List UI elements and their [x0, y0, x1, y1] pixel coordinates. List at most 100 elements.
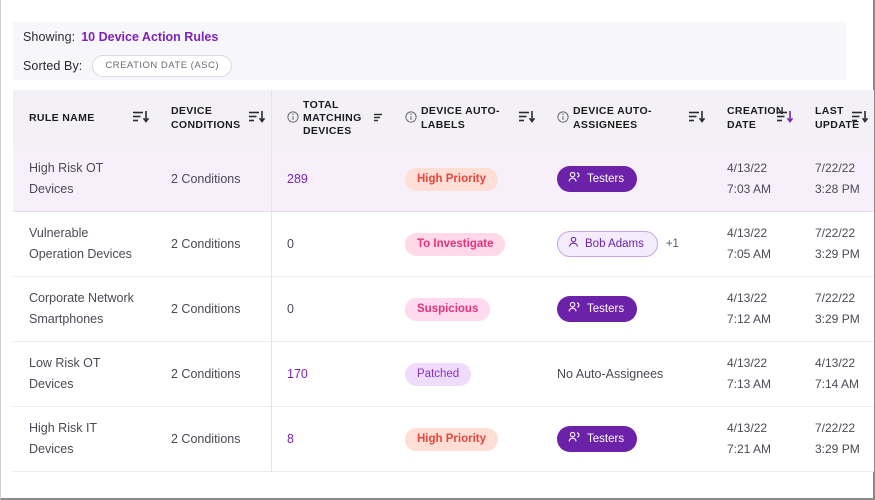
- time-value: 7:21 AM: [727, 442, 772, 456]
- info-icon[interactable]: [287, 110, 299, 128]
- group-icon: [568, 431, 581, 446]
- cell-device-auto-assignees: Testers: [541, 407, 711, 471]
- label-badge[interactable]: To Investigate: [405, 232, 506, 256]
- cell-creation-date: 4/13/22 7:05 AM: [711, 212, 799, 276]
- date-value: 7/22/22: [815, 291, 856, 305]
- cell-device-conditions: 2 Conditions: [171, 236, 241, 251]
- cell-total-matching-devices[interactable]: 170: [271, 342, 389, 406]
- assignee-overflow-count[interactable]: +1: [666, 238, 679, 250]
- table-row[interactable]: High Risk OT Devices 2 Conditions 289 Hi…: [13, 147, 874, 212]
- label-badge[interactable]: High Priority: [405, 427, 499, 451]
- time-value: 3:29 PM: [815, 247, 860, 261]
- assignee-name: Bob Adams: [585, 237, 644, 250]
- cell-rule-name[interactable]: High Risk IT Devices: [13, 407, 155, 471]
- sort-icon[interactable]: [373, 110, 383, 128]
- info-icon[interactable]: [405, 110, 417, 128]
- assignee-group-badge[interactable]: Testers: [557, 166, 638, 192]
- sort-icon[interactable]: [248, 110, 266, 128]
- column-header-device-auto-assignees[interactable]: DEVICE AUTO-ASSIGNEES: [541, 90, 711, 147]
- group-icon: [568, 171, 581, 186]
- column-header-device-auto-labels[interactable]: DEVICE AUTO-LABELS: [389, 90, 541, 147]
- cell-rule-name[interactable]: High Risk OT Devices: [13, 147, 155, 211]
- sort-icon[interactable]: [518, 110, 536, 128]
- sort-icon-active[interactable]: [776, 110, 794, 128]
- cell-device-conditions: 2 Conditions: [171, 431, 241, 446]
- cell-device-auto-labels: Patched: [389, 342, 541, 406]
- time-value: 7:12 AM: [727, 312, 772, 326]
- showing-label: Showing:: [23, 30, 76, 44]
- time-value: 3:29 PM: [815, 312, 860, 326]
- showing-row: Showing: 10 Device Action Rules: [13, 22, 846, 52]
- sort-chip[interactable]: CREATION DATE (ASC): [92, 55, 233, 77]
- cell-total-matching-devices[interactable]: 289: [271, 147, 389, 211]
- time-value: 3:29 PM: [815, 442, 860, 456]
- cell-total-matching-devices: 0: [287, 237, 294, 251]
- label-badge[interactable]: Patched: [405, 362, 472, 386]
- cell-total-matching-devices: 0: [287, 302, 294, 316]
- column-header-label: DEVICE CONDITIONS: [171, 105, 241, 131]
- column-header-total-matching-devices[interactable]: TOTAL MATCHING DEVICES: [271, 90, 389, 147]
- person-icon: [568, 236, 579, 251]
- table-row[interactable]: Corporate Network Smartphones 2 Conditio…: [13, 277, 874, 342]
- cell-creation-date: 4/13/22 7:03 AM: [711, 147, 799, 211]
- table-row[interactable]: Low Risk OT Devices 2 Conditions 170 Pat…: [13, 342, 874, 407]
- sort-icon[interactable]: [132, 110, 150, 128]
- date-value: 4/13/22: [815, 356, 856, 370]
- column-header-last-update[interactable]: LAST UPDATE: [799, 90, 874, 147]
- date-value: 7/22/22: [815, 161, 856, 175]
- cell-rule-name[interactable]: Corporate Network Smartphones: [13, 277, 155, 341]
- date-value: 4/13/22: [727, 421, 768, 435]
- cell-rule-name[interactable]: Low Risk OT Devices: [13, 342, 155, 406]
- cell-device-auto-assignees: No Auto-Assignees: [541, 342, 711, 406]
- cell-device-auto-labels: Suspicious: [389, 277, 541, 341]
- sorted-by-row: Sorted By: CREATION DATE (ASC): [13, 52, 846, 80]
- cell-device-conditions: 2 Conditions: [171, 301, 241, 316]
- assignee-group-badge[interactable]: Testers: [557, 296, 638, 322]
- assignee-person-badge[interactable]: Bob Adams: [557, 231, 658, 257]
- cell-last-update: 4/13/22 7:14 AM: [799, 342, 874, 406]
- cell-rule-name[interactable]: Vulnerable Operation Devices: [13, 212, 155, 276]
- time-value: 7:03 AM: [727, 182, 772, 196]
- showing-value[interactable]: 10 Device Action Rules: [81, 30, 218, 44]
- cell-last-update: 7/22/22 3:29 PM: [799, 212, 874, 276]
- table-header-row: RULE NAME DEVICE CONDITIONS TOTAL MATCHI…: [13, 90, 874, 147]
- cell-device-auto-labels: High Priority: [389, 147, 541, 211]
- assignee-group-badge[interactable]: Testers: [557, 426, 638, 452]
- date-value: 4/13/22: [727, 356, 768, 370]
- date-value: 7/22/22: [815, 421, 856, 435]
- app-window: Showing: 10 Device Action Rules Sorted B…: [0, 0, 875, 500]
- label-badge[interactable]: High Priority: [405, 167, 499, 191]
- label-badge[interactable]: Suspicious: [405, 297, 491, 321]
- cell-last-update: 7/22/22 3:29 PM: [799, 277, 874, 341]
- time-value: 7:14 AM: [815, 377, 860, 391]
- column-header-label: DEVICE AUTO-LABELS: [421, 105, 500, 131]
- cell-device-auto-assignees: Bob Adams +1: [541, 212, 711, 276]
- sort-icon[interactable]: [688, 110, 706, 128]
- column-header-rule-name[interactable]: RULE NAME: [13, 90, 155, 147]
- cell-last-update: 7/22/22 3:28 PM: [799, 147, 874, 211]
- cell-device-auto-labels: To Investigate: [389, 212, 541, 276]
- table-row[interactable]: High Risk IT Devices 2 Conditions 8 High…: [13, 407, 874, 472]
- cell-device-auto-assignees: Testers: [541, 277, 711, 341]
- assignee-name: Testers: [587, 302, 625, 315]
- column-group-divider: [271, 90, 272, 472]
- no-assignees-text: No Auto-Assignees: [557, 367, 664, 381]
- device-action-rules-table: RULE NAME DEVICE CONDITIONS TOTAL MATCHI…: [13, 90, 874, 472]
- cell-device-conditions: 2 Conditions: [171, 171, 241, 186]
- filter-summary-band: Showing: 10 Device Action Rules Sorted B…: [13, 22, 846, 80]
- cell-creation-date: 4/13/22 7:12 AM: [711, 277, 799, 341]
- cell-device-auto-labels: High Priority: [389, 407, 541, 471]
- column-header-device-conditions[interactable]: DEVICE CONDITIONS: [155, 90, 271, 147]
- table-row[interactable]: Vulnerable Operation Devices 2 Condition…: [13, 212, 874, 277]
- date-value: 7/22/22: [815, 226, 856, 240]
- date-value: 4/13/22: [727, 226, 768, 240]
- assignee-name: Testers: [587, 172, 625, 185]
- time-value: 7:13 AM: [727, 377, 772, 391]
- time-value: 7:05 AM: [727, 247, 772, 261]
- time-value: 3:28 PM: [815, 182, 860, 196]
- info-icon[interactable]: [557, 110, 569, 128]
- cell-total-matching-devices[interactable]: 8: [271, 407, 389, 471]
- sort-icon[interactable]: [851, 110, 869, 128]
- column-header-creation-date[interactable]: CREATION DATE: [711, 90, 799, 147]
- date-value: 4/13/22: [727, 291, 768, 305]
